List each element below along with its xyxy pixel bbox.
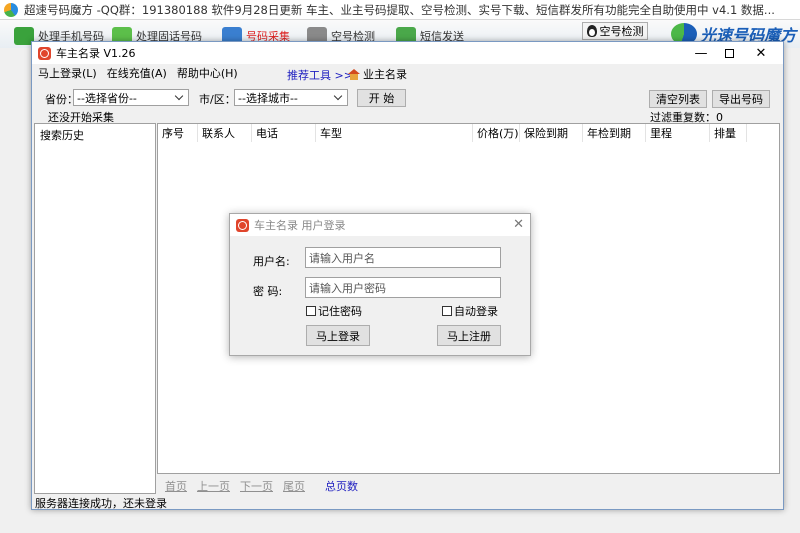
password-label: 密 码: bbox=[253, 285, 283, 298]
recommend-tools-link[interactable]: 推荐工具 >> bbox=[287, 67, 353, 83]
background-title: 超速号码魔方 -QQ群：191380188 软件9月28日更新 车主、业主号码提… bbox=[24, 2, 775, 17]
house-icon bbox=[348, 68, 360, 80]
maximize-button[interactable] bbox=[715, 42, 743, 64]
checkbox-icon bbox=[442, 306, 452, 316]
owner-directory-link[interactable]: 业主名录 bbox=[348, 66, 407, 82]
login-button[interactable]: 马上登录 bbox=[306, 325, 370, 346]
pager-first[interactable]: 首页 bbox=[165, 478, 187, 494]
pager: 首页 上一页 下一页 尾页 总页数 bbox=[165, 478, 358, 494]
app-icon bbox=[38, 46, 51, 60]
search-history-panel: 搜索历史 bbox=[34, 123, 156, 494]
penguin-icon bbox=[586, 25, 597, 37]
chevron-down-icon bbox=[175, 92, 185, 102]
column-header[interactable]: 保险到期 bbox=[520, 124, 583, 142]
menu-recharge[interactable]: 在线充值(A) bbox=[107, 65, 167, 81]
login-dialog-title-bar: 车主名录 用户登录 ✕ bbox=[230, 214, 530, 236]
column-header[interactable]: 排量 bbox=[710, 124, 747, 142]
username-label: 用户名: bbox=[253, 255, 290, 268]
menu-bar: 马上登录(L) 在线充值(A) 帮助中心(H) 推荐工具 >> 业主名录 bbox=[32, 64, 783, 82]
checkbox-icon bbox=[306, 306, 316, 316]
close-icon[interactable]: ✕ bbox=[513, 217, 524, 232]
table-header: 序号 联系人 电话 车型 价格(万) 保险到期 年检到期 里程 排量 bbox=[158, 124, 779, 142]
register-button[interactable]: 马上注册 bbox=[437, 325, 501, 346]
column-header[interactable]: 年检到期 bbox=[583, 124, 646, 142]
background-title-bar: 超速号码魔方 -QQ群：191380188 软件9月28日更新 车主、业主号码提… bbox=[0, 0, 800, 20]
province-select[interactable]: --选择省份-- bbox=[73, 89, 189, 106]
login-dialog: 车主名录 用户登录 ✕ 用户名: 请输入用户名 密 码: 请输入用户密码 记住密… bbox=[229, 213, 531, 356]
clear-list-button[interactable]: 清空列表 bbox=[649, 90, 707, 108]
column-header[interactable]: 车型 bbox=[316, 124, 473, 142]
window-title: 车主名录 V1.26 bbox=[56, 47, 136, 60]
status-bar: 服务器连接成功，还未登录 bbox=[35, 497, 167, 510]
menu-login[interactable]: 马上登录(L) bbox=[38, 65, 97, 81]
column-header[interactable]: 价格(万) bbox=[473, 124, 520, 142]
app-icon bbox=[236, 218, 249, 232]
remember-password-checkbox[interactable]: 记住密码 bbox=[306, 303, 362, 319]
column-header[interactable]: 序号 bbox=[158, 124, 198, 142]
pager-last[interactable]: 尾页 bbox=[283, 478, 305, 494]
background-logo-icon bbox=[4, 2, 18, 17]
pager-total: 总页数 bbox=[325, 480, 358, 493]
city-label: 市/区： bbox=[199, 93, 236, 106]
pager-next[interactable]: 下一页 bbox=[240, 478, 273, 494]
maximize-icon bbox=[724, 48, 734, 58]
export-numbers-button[interactable]: 导出号码 bbox=[712, 90, 770, 108]
search-history-header: 搜索历史 bbox=[40, 129, 84, 142]
close-button[interactable]: ✕ bbox=[747, 42, 775, 64]
auto-login-checkbox[interactable]: 自动登录 bbox=[442, 303, 498, 319]
username-input[interactable]: 请输入用户名 bbox=[305, 247, 501, 268]
menu-help[interactable]: 帮助中心(H) bbox=[177, 65, 238, 81]
start-button[interactable]: 开 始 bbox=[357, 89, 406, 107]
minimize-button[interactable]: — bbox=[687, 42, 715, 64]
column-header[interactable]: 里程 bbox=[646, 124, 710, 142]
password-input[interactable]: 请输入用户密码 bbox=[305, 277, 501, 298]
kong-check-button[interactable]: 空号检测 bbox=[582, 22, 648, 40]
column-header[interactable]: 电话 bbox=[252, 124, 316, 142]
chevron-down-icon bbox=[334, 92, 344, 102]
city-select[interactable]: --选择城市-- bbox=[234, 89, 348, 106]
pager-prev[interactable]: 上一页 bbox=[197, 478, 230, 494]
window-title-bar: 车主名录 V1.26 — ✕ bbox=[32, 42, 783, 64]
login-dialog-title: 车主名录 用户登录 bbox=[254, 219, 346, 232]
column-header[interactable]: 联系人 bbox=[198, 124, 252, 142]
